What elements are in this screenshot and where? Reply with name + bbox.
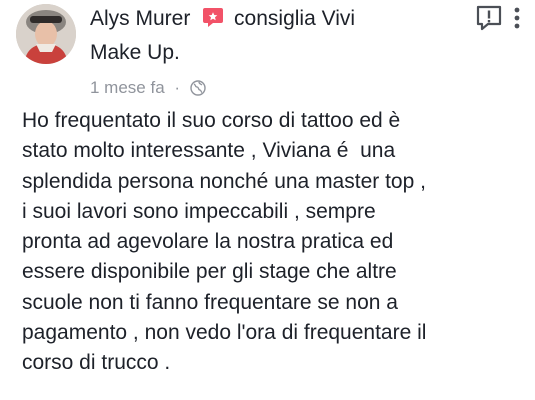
post-body-line: stato molto interessante , Viviana é una: [22, 139, 396, 163]
page-name-line: Make Up.: [90, 40, 180, 66]
post-body-line: corso di trucco .: [22, 351, 171, 375]
author-name[interactable]: Alys Murer: [90, 7, 190, 30]
post-actions: [475, 4, 521, 32]
avatar-image: [16, 4, 76, 64]
avatar[interactable]: [16, 4, 76, 64]
recommend-icon: [203, 8, 224, 27]
post-body: Ho frequentato il suo corso di tattoo ed…: [22, 106, 527, 379]
recommend-action-text: consiglia Vivi: [234, 7, 356, 30]
post-body-line: Ho frequentato il suo corso di tattoo ed…: [22, 109, 401, 132]
recommendation-post: Alys Murer consiglia Vivi Make Up. 1 mes…: [0, 0, 535, 400]
post-body-line: scuole non ti fanno frequentare se non a: [22, 290, 398, 314]
post-body-line: pagamento , non vedo l'ora di frequentar…: [22, 321, 427, 345]
post-body-line: essere disponibile per gli stage che alt…: [22, 260, 397, 284]
post-body-line: pronta ad agevolare la nostra pratica ed: [22, 230, 394, 254]
report-icon[interactable]: [475, 4, 503, 32]
post-body-line: i suoi lavori sono impeccabili , sempre: [22, 199, 376, 223]
more-options-icon[interactable]: [513, 4, 521, 32]
post-meta: 1 mese fa ·: [90, 78, 206, 98]
page-name[interactable]: Make Up.: [90, 41, 180, 64]
meta-separator: ·: [174, 78, 181, 97]
post-header: Alys Murer consiglia Vivi: [90, 6, 355, 32]
timestamp[interactable]: 1 mese fa: [90, 78, 165, 97]
globe-icon[interactable]: [190, 80, 206, 96]
post-body-line: splendida persona nonché una master top …: [22, 169, 426, 193]
